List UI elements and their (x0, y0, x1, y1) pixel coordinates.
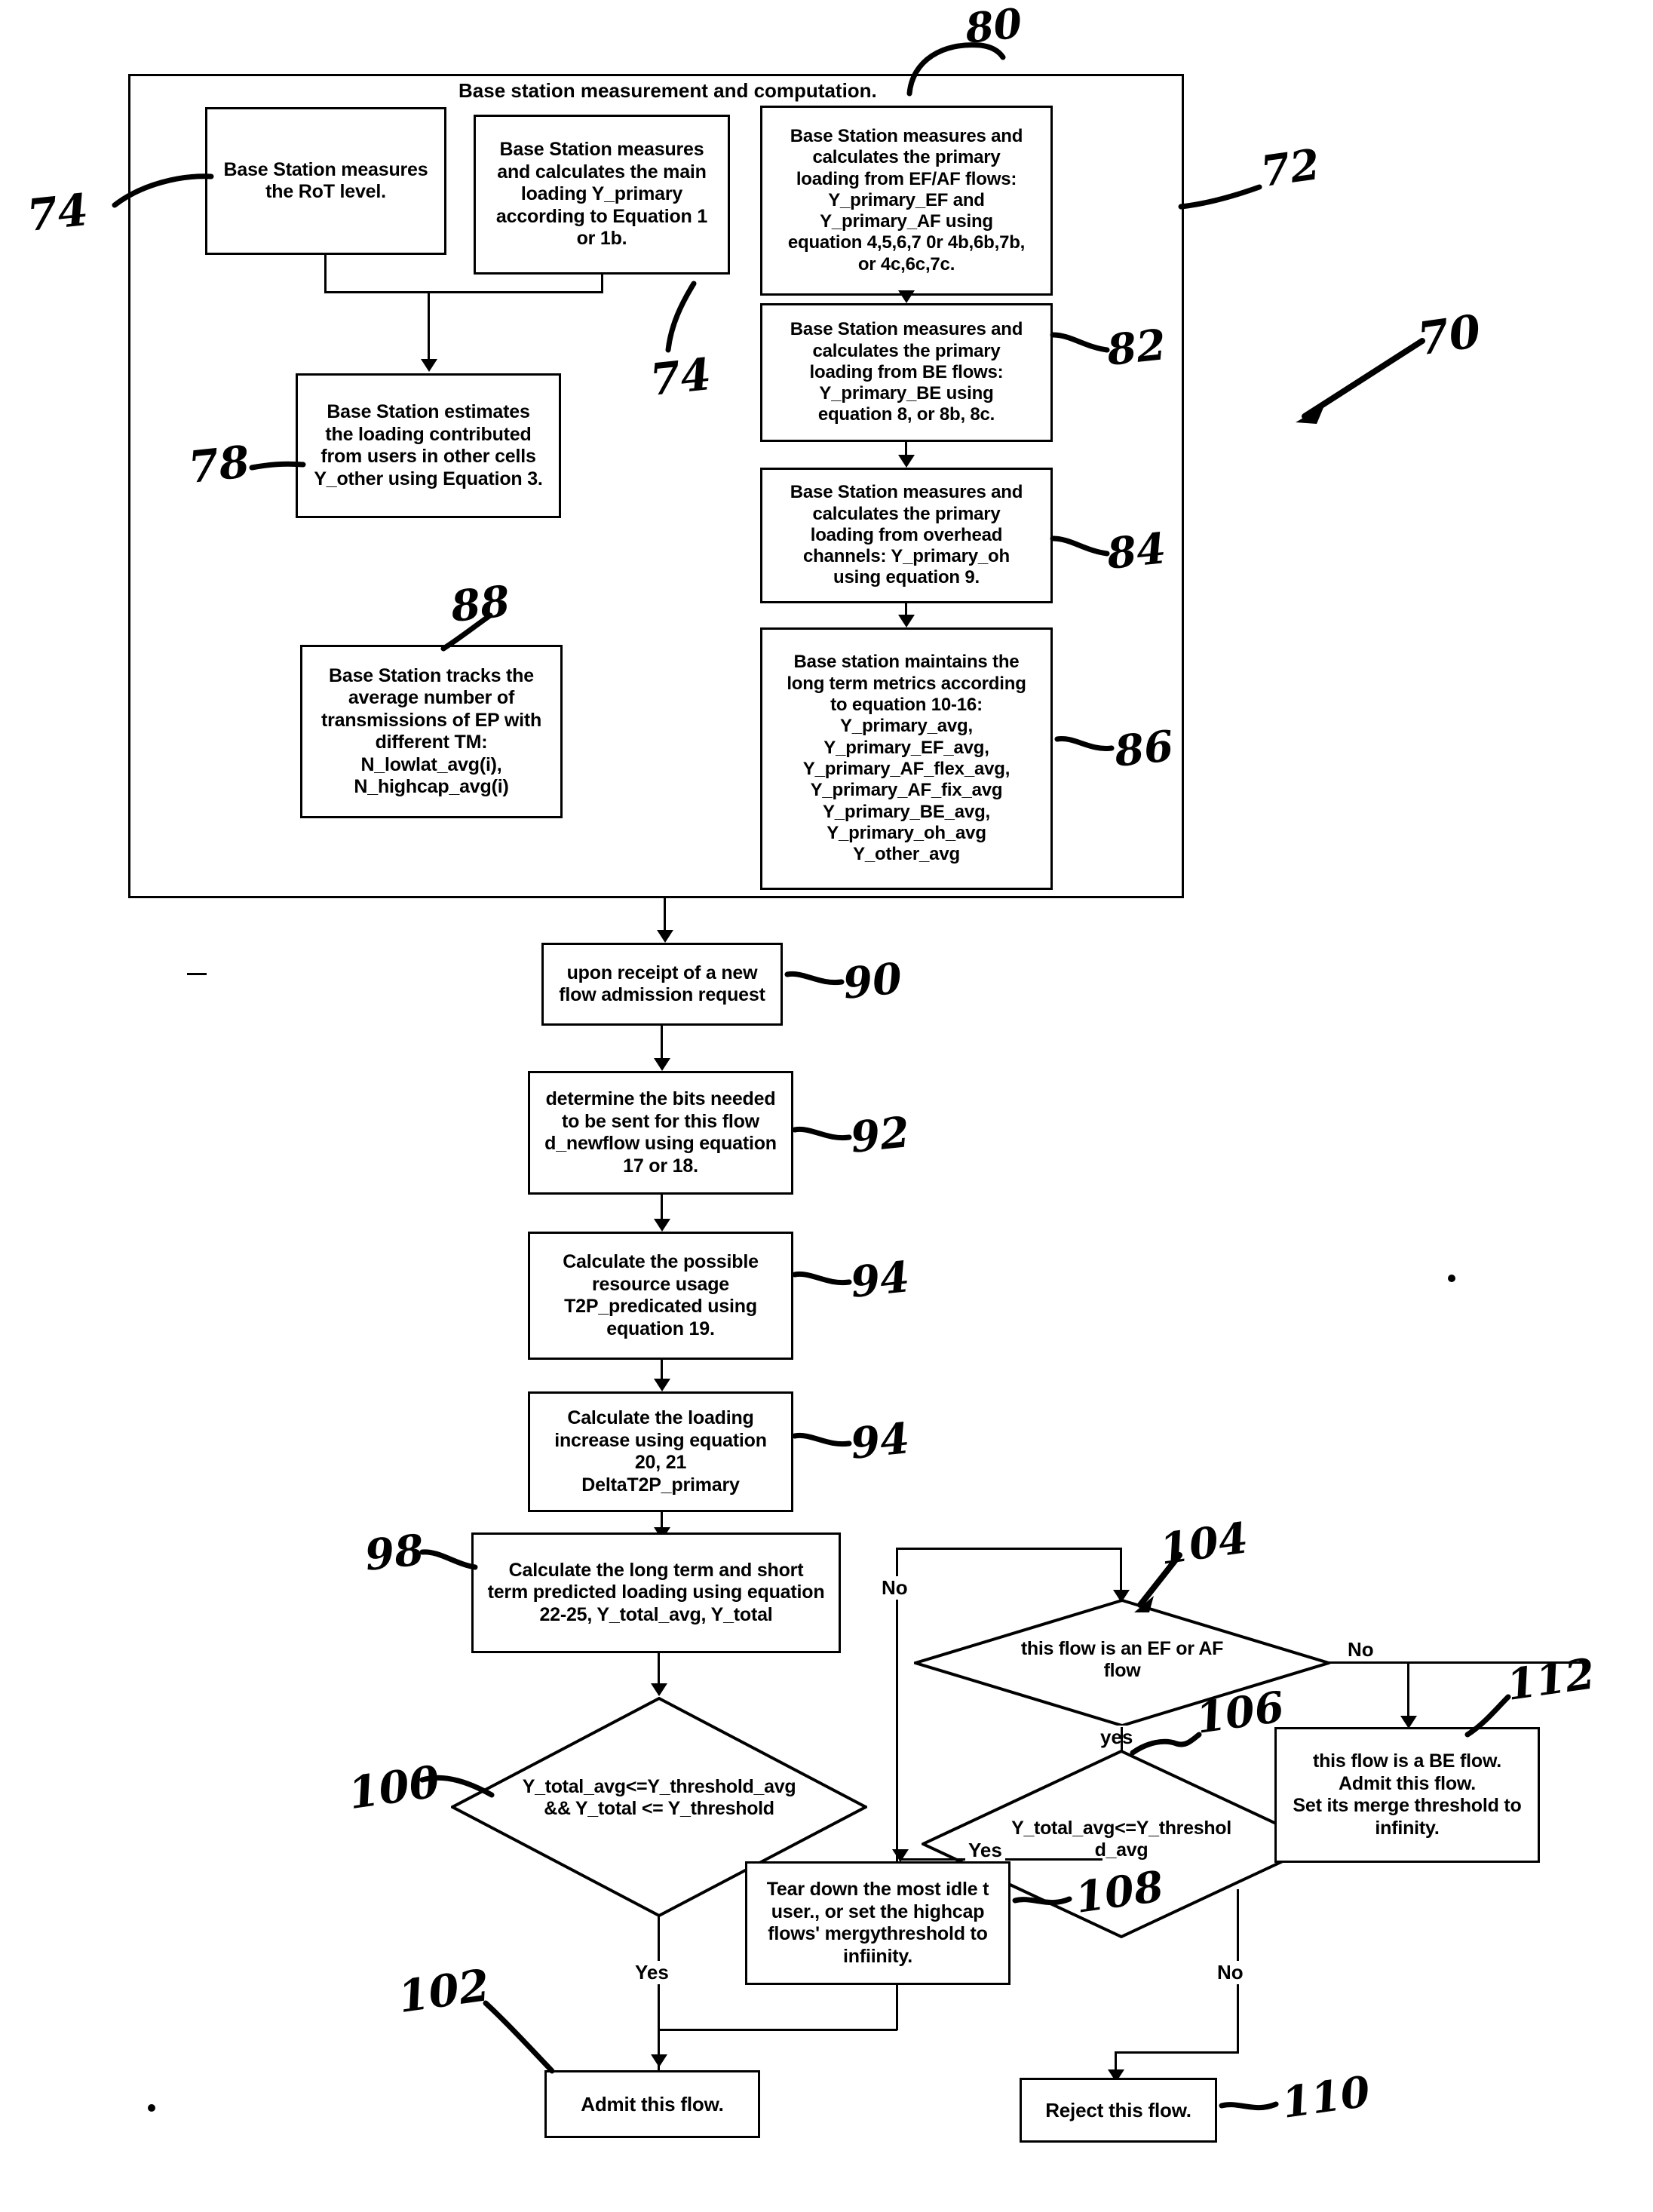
leader-94-lower (792, 1421, 860, 1466)
leader-92 (792, 1115, 860, 1160)
connector-106-no-to-reject (1115, 2051, 1238, 2054)
box-main-loading-primary: Base Station measures and calculates the… (474, 115, 730, 275)
box-primary-loading-ef-af: Base Station measures and calculates the… (760, 106, 1053, 296)
ref-numeral-74-center: 74 (647, 348, 714, 407)
patent-figure-page: Base station measurement and computation… (0, 0, 1653, 2212)
box-long-term-metrics: Base station maintains the long term met… (760, 627, 1053, 890)
scan-artifact-bottom-left (148, 2104, 155, 2112)
leader-74-left (112, 167, 217, 213)
box-determine-bits: determine the bits needed to be sent for… (528, 1071, 793, 1195)
arrow-into-other-cells (421, 359, 437, 372)
box-primary-loading-overhead: Base Station measures and calculates the… (760, 468, 1053, 603)
edge-label-no-left: No (879, 1576, 911, 1600)
connector-group-to-request (664, 898, 666, 930)
ref-numeral-102: 102 (394, 1959, 493, 2023)
leader-100 (419, 1766, 502, 1812)
edge-label-yes-teardown: Yes (965, 1839, 1005, 1862)
box-estimate-other-cells: Base Station estimates the loading contr… (296, 373, 561, 518)
leader-102 (483, 1999, 566, 2082)
leader-88 (431, 612, 499, 658)
ref-numeral-78: 78 (186, 435, 253, 494)
leader-90 (784, 959, 852, 1005)
leader-108 (1012, 1884, 1080, 1922)
box-predicted-loading: Calculate the long term and short term p… (471, 1532, 841, 1653)
connector-104-no-right-down (1407, 1661, 1409, 1720)
connector-overhead-to-longterm (905, 603, 907, 615)
leader-106 (1130, 1727, 1205, 1765)
box-admit-flow: Admit this flow. (544, 2070, 760, 2138)
arrow-92-94a (654, 1219, 670, 1232)
connector-90-92 (661, 1026, 663, 1058)
connector-108-to-admit (658, 2029, 897, 2031)
arrow-overhead-to-longterm (898, 615, 915, 627)
connector-104-top-down (1120, 1548, 1122, 1594)
leader-72 (1178, 181, 1268, 219)
connector-94b-98 (661, 1512, 663, 1527)
box-measures-rot: Base Station measures the RoT level. (205, 107, 446, 255)
leader-94-upper (792, 1259, 860, 1305)
connector-108-down (896, 1985, 898, 2029)
arrow-98-100 (651, 1683, 667, 1696)
edge-label-no-right: No (1345, 1638, 1377, 1661)
connector-rot-down (324, 255, 327, 291)
leader-78 (249, 453, 309, 483)
connector-merge-down (428, 291, 430, 359)
leader-98 (419, 1542, 487, 1587)
leader-86 (1054, 726, 1122, 771)
arrow-group-to-request (657, 930, 673, 943)
box-be-flow-admit: this flow is a BE flow. Admit this flow.… (1274, 1727, 1540, 1863)
arrow-be-to-overhead (898, 455, 915, 468)
leader-110 (1219, 2089, 1287, 2127)
arrow-100-admit (651, 2054, 667, 2067)
box-loading-increase: Calculate the loading increase using equ… (528, 1391, 793, 1512)
connector-primary-down (601, 275, 603, 291)
leader-74-center (649, 281, 709, 356)
box-reject-flow: Reject this flow. (1020, 2078, 1217, 2143)
leader-82 (1050, 324, 1118, 370)
arrow-90-92 (654, 1058, 670, 1071)
arrow-efaf-to-be (898, 290, 915, 303)
arrow-106-yes-teardown (892, 1849, 909, 1862)
edge-label-no-reject: No (1214, 1961, 1247, 1984)
leader-104 (1124, 1551, 1191, 1626)
leader-112 (1455, 1694, 1523, 1747)
box-resource-usage: Calculate the possible resource usage T2… (528, 1232, 793, 1360)
leader-70-arrow (1282, 332, 1433, 430)
scan-artifact-right (1448, 1275, 1455, 1282)
arrow-94a-94b (654, 1379, 670, 1391)
ref-numeral-110: 110 (1278, 2066, 1373, 2128)
leader-80 (905, 23, 1011, 98)
group-title: Base station measurement and computation… (458, 79, 877, 102)
box-tear-down-idle-user: Tear down the most idle t user., or set … (745, 1861, 1011, 1985)
box-track-avg-transmissions: Base Station tracks the average number o… (300, 645, 563, 818)
scan-artifact-left (187, 973, 207, 975)
connector-98-to-104-top (896, 1548, 1122, 1550)
connector-92-94a (661, 1195, 663, 1219)
box-new-flow-request: upon receipt of a new flow admission req… (541, 943, 783, 1026)
ref-numeral-98: 98 (362, 1525, 427, 1581)
connector-be-to-overhead (905, 442, 907, 455)
connector-94a-94b (661, 1360, 663, 1379)
connector-merge-horizontal (324, 291, 603, 293)
connector-98-100 (658, 1653, 660, 1683)
leader-84 (1050, 528, 1118, 573)
ref-numeral-74-left: 74 (24, 183, 91, 242)
box-primary-loading-be: Base Station measures and calculates the… (760, 303, 1053, 442)
edge-label-yes-admit: Yes (632, 1961, 672, 1984)
